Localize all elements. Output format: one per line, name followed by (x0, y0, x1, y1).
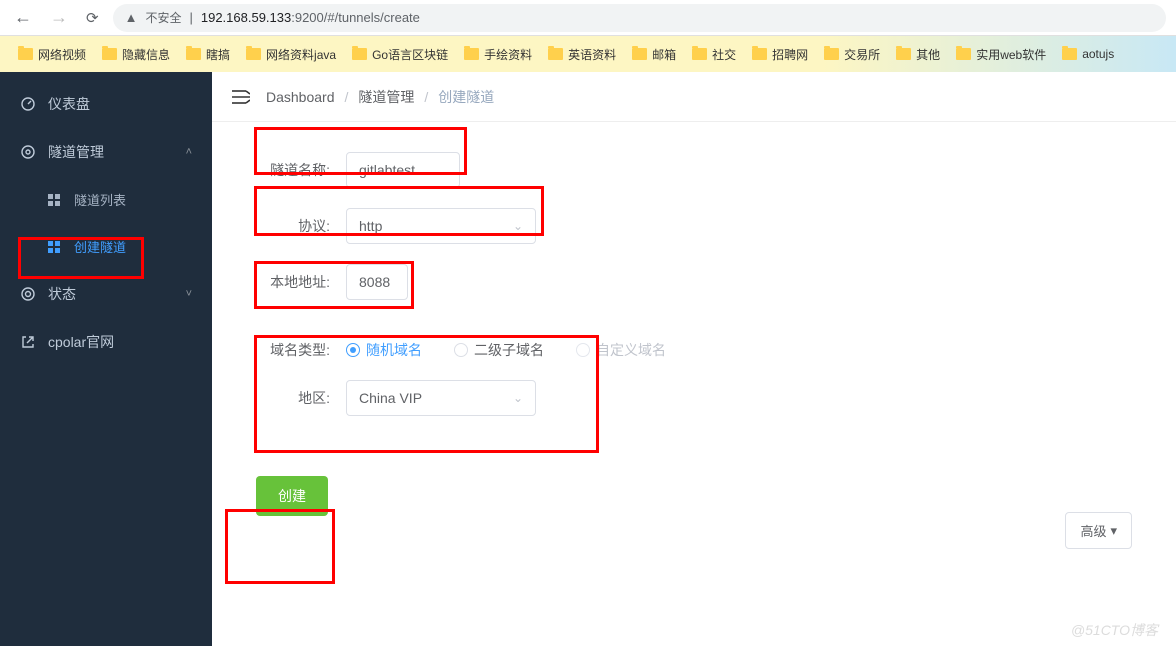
sidebar-label: 创建隧道 (74, 237, 126, 256)
sidebar-item-dashboard[interactable]: 仪表盘 (0, 80, 212, 128)
bookmark-item[interactable]: aotujs (1056, 44, 1120, 64)
chevron-up-icon: ˄ (186, 146, 192, 158)
url-bar[interactable]: ▲ 不安全 | 192.168.59.133:9200/#/tunnels/cr… (113, 4, 1166, 32)
sidebar-item-tunnel-list[interactable]: 隧道列表 (0, 176, 212, 223)
advanced-button[interactable]: 高级 ▾ (1065, 512, 1132, 549)
folder-icon (246, 48, 261, 60)
sidebar-item-create-tunnel[interactable]: 创建隧道 (0, 223, 212, 270)
url-host: 192.168.59.133 (201, 10, 291, 25)
folder-icon (352, 48, 367, 60)
breadcrumb-current: 创建隧道 (438, 87, 494, 107)
local-addr-input[interactable] (346, 264, 408, 300)
bookmarks-bar: 网络视频 隐藏信息 瞎搞 网络资料java Go语言区块链 手绘资料 英语资料 … (0, 36, 1176, 72)
folder-icon (1062, 48, 1077, 60)
tunnel-name-input[interactable] (346, 152, 460, 188)
grid-icon (46, 239, 62, 255)
sidebar-label: cpolar官网 (48, 332, 114, 352)
folder-icon (18, 48, 33, 60)
sidebar-label: 隧道管理 (48, 142, 104, 162)
domain-custom-radio[interactable]: 自定义域名 (576, 340, 666, 360)
sidebar: 仪表盘 隧道管理 ˄ 隧道列表 创建隧道 状态 ˅ cpolar官网 (0, 72, 212, 646)
bookmark-item[interactable]: 网络视频 (12, 43, 92, 66)
url-port: :9200 (291, 10, 324, 25)
watermark-text: @51CTO博客 (1071, 620, 1158, 640)
local-addr-label: 本地地址: (256, 272, 346, 292)
radio-icon (454, 343, 468, 357)
breadcrumb-sep: / (424, 89, 428, 105)
forward-icon: → (46, 7, 72, 28)
url-separator: | (189, 10, 192, 25)
sidebar-label: 状态 (48, 284, 76, 304)
bookmark-item[interactable]: 社交 (686, 43, 742, 66)
form-content: 隧道名称: 协议: http ⌄ 本地地址: 域名类型: (212, 122, 1176, 646)
folder-icon (692, 48, 707, 60)
sidebar-label: 隧道列表 (74, 190, 126, 209)
bookmark-item[interactable]: 隐藏信息 (96, 43, 176, 66)
status-icon (20, 286, 36, 302)
insecure-icon: ▲ (125, 10, 138, 25)
bookmark-item[interactable]: 网络资料java (240, 43, 342, 66)
bookmark-item[interactable]: 其他 (890, 43, 946, 66)
chevron-down-icon: ˅ (186, 288, 192, 300)
url-path: /#/tunnels/create (324, 10, 420, 25)
radio-label: 随机域名 (366, 340, 422, 360)
protocol-select[interactable]: http ⌄ (346, 208, 536, 244)
tunnel-icon (20, 144, 36, 160)
folder-icon (102, 48, 117, 60)
back-icon[interactable]: ← (10, 7, 36, 28)
bookmark-item[interactable]: 邮箱 (626, 43, 682, 66)
sidebar-item-cpolar-site[interactable]: cpolar官网 (0, 318, 212, 366)
breadcrumb-tunnel-mgmt[interactable]: 隧道管理 (358, 87, 414, 107)
bookmark-item[interactable]: 交易所 (818, 43, 886, 66)
folder-icon (956, 48, 971, 60)
bookmark-item[interactable]: 瞎搞 (180, 43, 236, 66)
tunnel-name-label: 隧道名称: (256, 160, 346, 180)
bookmark-item[interactable]: 手绘资料 (458, 43, 538, 66)
caret-down-icon: ▾ (1110, 523, 1117, 539)
breadcrumb-dashboard[interactable]: Dashboard (266, 89, 335, 105)
radio-label: 自定义域名 (596, 340, 666, 360)
browser-navigation-bar: ← → ⟳ ▲ 不安全 | 192.168.59.133:9200/#/tunn… (0, 0, 1176, 36)
topbar: Dashboard / 隧道管理 / 创建隧道 (212, 72, 1176, 122)
dashboard-icon (20, 96, 36, 112)
sidebar-item-tunnel-mgmt[interactable]: 隧道管理 ˄ (0, 128, 212, 176)
folder-icon (824, 48, 839, 60)
domain-random-radio[interactable]: 随机域名 (346, 340, 422, 360)
grid-icon (46, 192, 62, 208)
radio-icon (346, 343, 360, 357)
create-button[interactable]: 创建 (256, 476, 328, 516)
region-select[interactable]: China VIP ⌄ (346, 380, 536, 416)
chevron-down-icon: ⌄ (513, 219, 523, 233)
insecure-label: 不安全 (145, 9, 181, 26)
sidebar-label: 仪表盘 (48, 94, 90, 114)
menu-toggle-icon[interactable] (232, 90, 250, 104)
breadcrumb-sep: / (345, 89, 349, 105)
radio-icon (576, 343, 590, 357)
breadcrumb: Dashboard / 隧道管理 / 创建隧道 (266, 87, 494, 107)
folder-icon (186, 48, 201, 60)
reload-icon[interactable]: ⟳ (82, 9, 103, 27)
external-link-icon (20, 334, 36, 350)
region-label: 地区: (256, 388, 346, 408)
folder-icon (464, 48, 479, 60)
domain-type-label: 域名类型: (256, 340, 346, 360)
radio-label: 二级子域名 (474, 340, 544, 360)
region-value: China VIP (359, 390, 422, 406)
sidebar-item-status[interactable]: 状态 ˅ (0, 270, 212, 318)
folder-icon (548, 48, 563, 60)
bookmark-item[interactable]: 英语资料 (542, 43, 622, 66)
folder-icon (752, 48, 767, 60)
protocol-label: 协议: (256, 216, 346, 236)
domain-sub-radio[interactable]: 二级子域名 (454, 340, 544, 360)
advanced-label: 高级 (1080, 521, 1106, 540)
folder-icon (896, 48, 911, 60)
bookmark-item[interactable]: Go语言区块链 (346, 43, 454, 66)
chevron-down-icon: ⌄ (513, 391, 523, 405)
protocol-value: http (359, 218, 382, 234)
bookmark-item[interactable]: 招聘网 (746, 43, 814, 66)
bookmark-item[interactable]: 实用web软件 (950, 43, 1052, 66)
folder-icon (632, 48, 647, 60)
